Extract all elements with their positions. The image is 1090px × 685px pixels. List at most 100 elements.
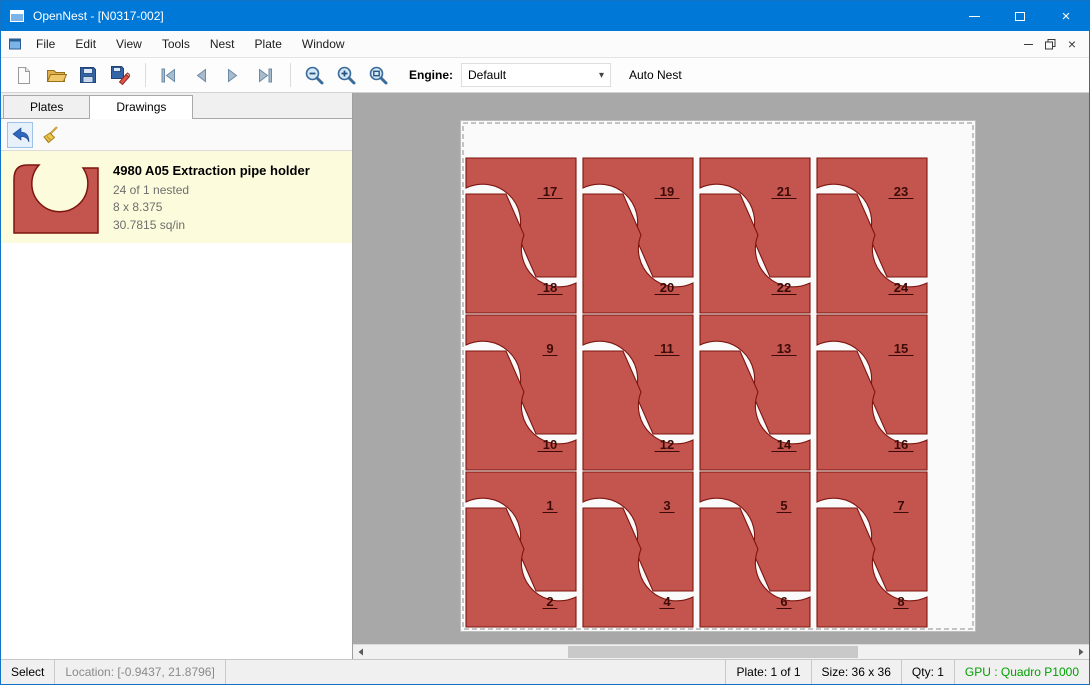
status-plate: Plate: 1 of 1 [725, 660, 810, 684]
menu-tools[interactable]: Tools [152, 31, 200, 57]
zoom-extents-icon [368, 65, 388, 85]
part-number-label: 4 [663, 594, 671, 609]
scroll-left-icon [356, 647, 366, 657]
minimize-button[interactable] [951, 1, 997, 31]
zoom-out-button[interactable] [299, 61, 329, 89]
menu-view[interactable]: View [106, 31, 152, 57]
titlebar[interactable]: OpenNest - [N0317-002] × [1, 1, 1089, 31]
broom-icon [40, 125, 60, 144]
main-toolbar: Engine: Default ▾ Auto Nest [1, 58, 1089, 93]
drawing-nested-count: 24 of 1 nested [113, 182, 310, 199]
child-restore-button[interactable] [1039, 34, 1061, 55]
status-gpu: GPU : Quadro P1000 [954, 660, 1089, 684]
save-floppy-icon [79, 66, 97, 84]
previous-plate-button[interactable] [186, 61, 216, 89]
part-number-label: 19 [660, 184, 674, 199]
new-document-icon [15, 66, 33, 85]
previous-arrow-icon [194, 68, 208, 83]
menubar: File Edit View Tools Nest Plate Window × [1, 31, 1089, 58]
tabstrip: Plates Drawings [1, 93, 352, 119]
scroll-right-button[interactable] [1073, 645, 1089, 659]
drawing-info: 4980 A05 Extraction pipe holder 24 of 1 … [113, 157, 310, 237]
part-number-label: 6 [780, 594, 787, 609]
minimize-icon [969, 16, 980, 17]
drawing-list-item[interactable]: 4980 A05 Extraction pipe holder 24 of 1 … [1, 151, 352, 243]
left-panel: Plates Drawings 4980 A05 Extractio [1, 93, 353, 659]
part-number-label: 14 [777, 437, 792, 452]
next-arrow-icon [226, 68, 240, 83]
next-plate-button[interactable] [218, 61, 248, 89]
menu-file[interactable]: File [26, 31, 65, 57]
toolbar-separator [145, 63, 146, 87]
part-number-label: 17 [543, 184, 557, 199]
save-as-button[interactable] [105, 61, 135, 89]
part-number-label: 12 [660, 437, 674, 452]
drawings-toolbar [1, 119, 352, 151]
replace-drawing-button[interactable] [7, 122, 33, 148]
child-minimize-button[interactable] [1017, 34, 1039, 55]
menu-plate[interactable]: Plate [245, 31, 292, 57]
zoom-extents-button[interactable] [363, 61, 393, 89]
chevron-down-icon: ▾ [599, 70, 604, 81]
drawing-area: 30.7815 sq/in [113, 217, 310, 234]
engine-select[interactable]: Default ▾ [461, 63, 611, 87]
scroll-right-icon [1076, 647, 1086, 657]
close-button[interactable]: × [1043, 1, 1089, 31]
horizontal-scrollbar[interactable] [353, 644, 1089, 659]
statusbar: Select Location: [-0.9437, 21.8796] Plat… [1, 659, 1089, 684]
app-icon [9, 8, 25, 24]
opennest-window: OpenNest - [N0317-002] × File Edit View … [0, 0, 1090, 685]
new-button[interactable] [9, 61, 39, 89]
scroll-left-button[interactable] [353, 645, 369, 659]
status-qty: Qty: 1 [901, 660, 954, 684]
status-mode: Select [1, 660, 55, 684]
part-thumbnail [9, 157, 103, 237]
window-title: OpenNest - [N0317-002] [33, 9, 164, 23]
child-close-icon: × [1068, 37, 1076, 51]
child-minimize-icon [1024, 44, 1033, 45]
close-icon: × [1062, 9, 1071, 24]
part-number-label: 2 [546, 594, 553, 609]
tab-plates[interactable]: Plates [3, 95, 90, 118]
nest-canvas[interactable]: 171819202122232491011121314151612345678 [353, 93, 1089, 659]
first-arrow-icon [161, 68, 177, 83]
zoom-in-icon [336, 65, 356, 85]
document-window-icon[interactable] [8, 37, 22, 51]
open-button[interactable] [41, 61, 71, 89]
part-number-label: 10 [543, 437, 557, 452]
drawing-dimensions: 8 x 8.375 [113, 199, 310, 216]
maximize-icon [1015, 12, 1025, 21]
save-button[interactable] [73, 61, 103, 89]
plate[interactable]: 171819202122232491011121314151612345678 [460, 120, 976, 632]
part-number-label: 16 [894, 437, 908, 452]
open-folder-icon [46, 66, 67, 84]
part-number-label: 24 [894, 280, 909, 295]
first-plate-button[interactable] [154, 61, 184, 89]
clear-button[interactable] [37, 122, 63, 148]
statusbar-spacer [226, 660, 726, 684]
drawing-title: 4980 A05 Extraction pipe holder [113, 163, 310, 178]
maximize-button[interactable] [997, 1, 1043, 31]
engine-value: Default [468, 68, 506, 82]
part-number-label: 3 [663, 498, 670, 513]
tab-drawings[interactable]: Drawings [89, 95, 193, 119]
part-number-label: 22 [777, 280, 791, 295]
status-location: Location: [-0.9437, 21.8796] [55, 660, 225, 684]
status-size: Size: 36 x 36 [811, 660, 901, 684]
part-number-label: 20 [660, 280, 674, 295]
scrollbar-thumb[interactable] [568, 646, 858, 658]
engine-label: Engine: [409, 68, 453, 82]
menu-edit[interactable]: Edit [65, 31, 106, 57]
zoom-in-button[interactable] [331, 61, 361, 89]
last-plate-button[interactable] [250, 61, 280, 89]
menu-nest[interactable]: Nest [200, 31, 245, 57]
save-edit-icon [110, 65, 130, 85]
auto-nest-button[interactable]: Auto Nest [621, 64, 690, 86]
part-number-label: 15 [894, 341, 908, 356]
child-close-button[interactable]: × [1061, 34, 1083, 55]
menu-window[interactable]: Window [292, 31, 355, 57]
part-number-label: 13 [777, 341, 791, 356]
toolbar-separator [290, 63, 291, 87]
last-arrow-icon [257, 68, 273, 83]
zoom-out-icon [304, 65, 324, 85]
